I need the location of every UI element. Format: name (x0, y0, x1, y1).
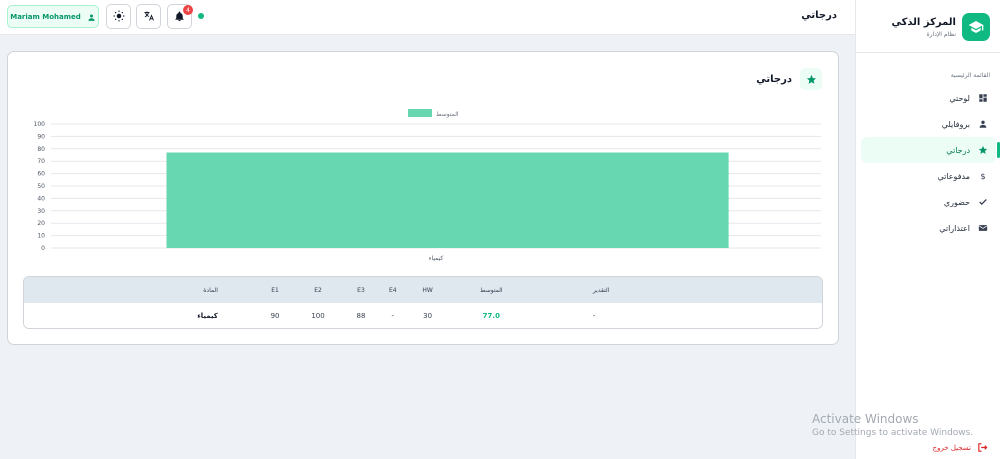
dashboard-icon (978, 93, 988, 103)
cell-e2: 100 (311, 312, 325, 320)
user-icon (978, 119, 988, 129)
y-tick-label: 70 (37, 158, 45, 165)
table-header-row: المادة E1 E2 E3 E4 HW المتوسط التقدير (24, 277, 822, 303)
star-icon (978, 145, 988, 155)
sidebar-item-excuses[interactable]: اعتذاراتي (861, 215, 996, 241)
sidebar-item-label: اعتذاراتي (939, 223, 970, 233)
sidebar-item-label: بروفايلي (941, 119, 970, 129)
col-header-subject: المادة (203, 286, 218, 294)
col-header-e1: E1 (271, 286, 279, 294)
table-row: كيمياء 90 100 88 - 30 77.0 - (24, 303, 822, 328)
y-tick-label: 50 (37, 183, 45, 190)
user-icon (87, 7, 96, 26)
sidebar-item-profile[interactable]: بروفايلي (861, 111, 996, 137)
brand-title: المركز الذكي (891, 16, 956, 28)
y-tick-label: 40 (37, 195, 45, 202)
sidebar: المركز الذكي نظام الإدارة القائمة الرئيس… (855, 0, 1000, 459)
sidebar-item-label: مدفوعاتي (937, 171, 970, 181)
translate-icon (143, 7, 155, 26)
col-header-average: المتوسط (480, 286, 503, 294)
grades-chart: 0 10 20 30 40 50 60 70 80 90 100 المتوسط كيمياء (34, 109, 821, 262)
page-title: درجاتي (801, 10, 837, 21)
graduation-cap-icon (962, 13, 990, 41)
watermark-line-1: Activate Windows (812, 412, 919, 426)
logout-icon (977, 438, 988, 457)
theme-toggle-button[interactable] (106, 4, 131, 29)
brand-subtitle: نظام الإدارة (926, 30, 956, 38)
menu-heading: القائمة الرئيسية (950, 72, 990, 79)
grades-table: المادة E1 E2 E3 E4 HW المتوسط التقدير كي… (23, 276, 823, 329)
y-tick-label: 90 (37, 133, 45, 140)
grades-card: درجاتي 0 10 20 30 40 50 60 70 80 90 100 المتوسط كيمي… (7, 51, 839, 345)
check-icon (978, 197, 988, 207)
y-tick-label: 100 (34, 121, 46, 128)
cell-grade: - (592, 312, 596, 320)
sidebar-item-grades[interactable]: درجاتي (861, 137, 1000, 163)
watermark-line-2: Go to Settings to activate Windows. (812, 428, 974, 438)
y-tick-label: 0 (41, 245, 45, 252)
card-header: درجاتي (756, 68, 822, 90)
logout-label: تسجيل خروج (932, 443, 971, 452)
col-header-grade: التقدير (592, 286, 610, 294)
cell-e3: 88 (356, 312, 366, 320)
notification-badge: 4 (183, 5, 193, 15)
col-header-e3: E3 (357, 286, 365, 294)
online-status-dot (198, 13, 204, 19)
y-tick-label: 10 (37, 233, 45, 240)
x-tick-label: كيمياء (429, 255, 444, 262)
col-header-e4: E4 (389, 286, 397, 294)
sidebar-item-label: لوحتي (949, 93, 970, 103)
col-header-e2: E2 (314, 286, 322, 294)
notifications-button[interactable]: 4 (167, 4, 193, 29)
legend-label: المتوسط (436, 111, 459, 118)
y-tick-label: 60 (37, 171, 45, 178)
col-header-hw: HW (422, 286, 433, 294)
y-tick-label: 20 (37, 220, 45, 227)
sidebar-menu: لوحتي بروفايلي درجاتي $ مدفوعاتي حضوري ا… (855, 85, 1000, 241)
dollar-icon: $ (978, 171, 988, 181)
sidebar-item-label: حضوري (943, 197, 970, 207)
cell-e1: 90 (270, 312, 280, 320)
divider (855, 52, 1000, 53)
sidebar-item-label: درجاتي (946, 145, 970, 155)
card-title: درجاتي (756, 73, 792, 85)
user-name: Mariam Mohamed (10, 12, 81, 21)
cell-hw: 30 (423, 312, 433, 320)
language-button[interactable] (136, 4, 161, 29)
sidebar-item-payments[interactable]: $ مدفوعاتي (861, 163, 996, 189)
sidebar-item-attendance[interactable]: حضوري (861, 189, 996, 215)
legend-swatch (408, 109, 432, 117)
cell-e4: - (391, 312, 395, 320)
logout-button[interactable]: تسجيل خروج (933, 438, 988, 457)
brand[interactable]: المركز الذكي نظام الإدارة (864, 8, 990, 46)
topbar: درجاتي Mariam Mohamed 4 (0, 0, 855, 35)
windows-activation-watermark: Activate Windows Go to Settings to activ… (812, 412, 973, 438)
y-tick-label: 30 (37, 208, 45, 215)
bar-0 (166, 152, 729, 248)
mail-icon (978, 223, 988, 233)
star-icon (800, 68, 822, 90)
sidebar-item-dashboard[interactable]: لوحتي (861, 85, 996, 111)
sun-icon (113, 7, 125, 26)
cell-average: 77.0 (482, 312, 500, 320)
y-tick-label: 80 (37, 146, 45, 153)
svg-text:$: $ (980, 171, 985, 181)
user-menu-button[interactable]: Mariam Mohamed (7, 5, 99, 28)
cell-subject: كيمياء (197, 312, 218, 320)
